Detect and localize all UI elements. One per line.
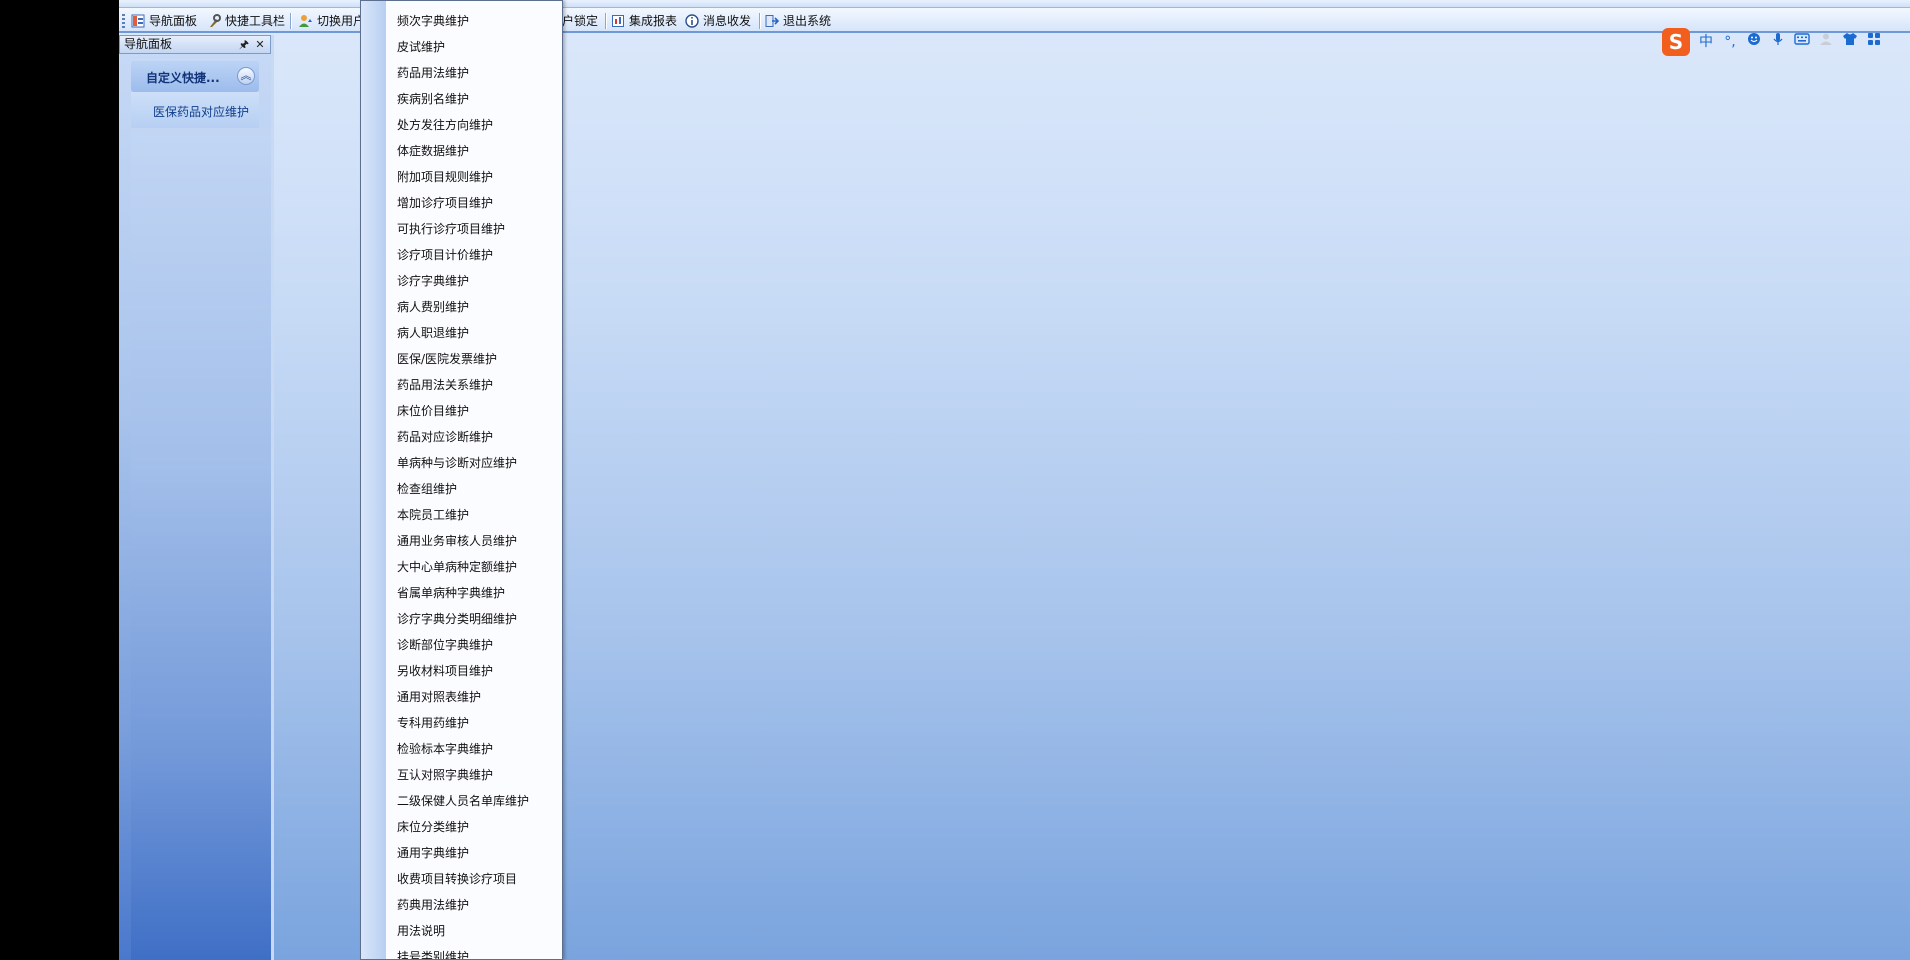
dropdown-menu-item[interactable]: 本院员工维护 (397, 502, 469, 528)
message-button[interactable]: 消息收发 (685, 11, 751, 30)
report-button[interactable]: 集成报表 (611, 11, 677, 30)
close-icon[interactable]: ✕ (253, 37, 267, 52)
navigation-panel: 导航面板 🖈 ✕ 自定义快捷... ︽ 医保药品对应维护 (119, 35, 271, 960)
dropdown-menu-item[interactable]: 单病种与诊断对应维护 (397, 450, 517, 476)
switch-user-label: 切换用户 (317, 14, 366, 28)
skin-icon[interactable] (1838, 31, 1862, 53)
dropdown-menu-item[interactable]: 病人费别维护 (397, 294, 469, 320)
dropdown-menu-item[interactable]: 床位价目维护 (397, 398, 469, 424)
dropdown-menu-item[interactable]: 疾病别名维护 (397, 86, 469, 112)
dropdown-menu: 频次字典维护 皮试维护 药品用法维护 疾病别名维护 处方发往方向维护 体症数据维护 附加项目… (360, 0, 563, 960)
dropdown-menu-item[interactable]: 药品对应诊断维护 (397, 424, 493, 450)
quick-toolbar-icon (207, 13, 221, 28)
pin-icon[interactable]: 🖈 (237, 37, 251, 52)
report-label: 集成报表 (629, 14, 678, 28)
dropdown-menu-item[interactable]: 药品用法维护 (397, 60, 469, 86)
dropdown-menu-item[interactable]: 皮试维护 (397, 34, 445, 60)
dropdown-menu-item[interactable]: 检验标本字典维护 (397, 736, 493, 762)
dropdown-menu-item[interactable]: 药品用法关系维护 (397, 372, 493, 398)
exit-button[interactable]: 退出系统 (765, 11, 831, 30)
dropdown-menu-item[interactable]: 省属单病种字典维护 (397, 580, 505, 606)
insurance-drug-mapping-link[interactable]: 医保药品对应维护 (153, 103, 249, 120)
exit-icon (765, 14, 780, 28)
navigation-panel-label: 导航面板 (149, 14, 198, 28)
dropdown-menu-item[interactable]: 药典用法维护 (397, 892, 469, 918)
lock-label: 户锁定 (562, 14, 599, 28)
ime-toolbar: S 中 °, (1662, 27, 1892, 57)
exit-label: 退出系统 (783, 14, 832, 28)
dropdown-menu-item[interactable]: 诊疗字典维护 (397, 268, 469, 294)
navigation-panel-title: 导航面板 (124, 37, 173, 51)
dropdown-menu-item[interactable]: 处方发往方向维护 (397, 112, 493, 138)
lock-button[interactable]: 户锁定 (562, 11, 598, 30)
dropdown-menu-item[interactable]: 互认对照字典维护 (397, 762, 493, 788)
dropdown-menu-item[interactable]: 诊疗项目计价维护 (397, 242, 493, 268)
dropdown-menu-item[interactable]: 病人职退维护 (397, 320, 469, 346)
dropdown-menu-item[interactable]: 二级保健人员名单库维护 (397, 788, 529, 814)
dropdown-menu-item[interactable]: 通用业务审核人员维护 (397, 528, 517, 554)
dropdown-menu-item[interactable]: 通用对照表维护 (397, 684, 481, 710)
switch-user-icon (299, 14, 313, 28)
punctuation-toggle[interactable]: °, (1718, 31, 1742, 53)
user-icon[interactable] (1814, 31, 1838, 53)
navigation-panel-body (131, 128, 271, 960)
input-mode-toggle[interactable]: 中 (1694, 31, 1718, 53)
dropdown-menu-item[interactable]: 增加诊疗项目维护 (397, 190, 493, 216)
dropdown-menu-item[interactable]: 专科用药维护 (397, 710, 469, 736)
dropdown-menu-item[interactable]: 频次字典维护 (397, 8, 469, 34)
dropdown-menu-item[interactable]: 可执行诊疗项目维护 (397, 216, 505, 242)
grid-icon[interactable] (1862, 31, 1886, 53)
dropdown-menu-item[interactable]: 大中心单病种定额维护 (397, 554, 517, 580)
dropdown-menu-item[interactable]: 收费项目转换诊疗项目 (397, 866, 517, 892)
microphone-icon[interactable] (1766, 31, 1790, 53)
panel-splitter[interactable] (271, 35, 274, 960)
sogou-logo-icon[interactable]: S (1662, 28, 1690, 56)
group-title: 自定义快捷... (146, 71, 220, 85)
report-icon (611, 14, 625, 28)
group-content: 医保药品对应维护 (131, 92, 259, 128)
dropdown-menu-item[interactable]: 体症数据维护 (397, 138, 469, 164)
custom-shortcut-group[interactable]: 自定义快捷... ︽ (131, 61, 259, 92)
toolbar-separator (759, 13, 760, 29)
menu-icon-column (361, 1, 386, 959)
dropdown-menu-item[interactable]: 用法说明 (397, 918, 445, 944)
switch-user-button[interactable]: 切换用户 (299, 11, 365, 30)
dropdown-menu-item[interactable]: 诊断部位字典维护 (397, 632, 493, 658)
message-label: 消息收发 (703, 14, 752, 28)
dropdown-menu-item[interactable]: 通用字典维护 (397, 840, 469, 866)
navigation-panel-button[interactable]: 导航面板 (131, 11, 197, 30)
emoji-icon[interactable] (1742, 31, 1766, 53)
quick-toolbar-button[interactable]: 快捷工具栏 (207, 11, 285, 30)
chevron-up-icon[interactable]: ︽ (237, 67, 255, 85)
dropdown-menu-item[interactable]: 诊疗字典分类明细维护 (397, 606, 517, 632)
keyboard-icon[interactable] (1790, 31, 1814, 53)
dropdown-menu-item[interactable]: 附加项目规则维护 (397, 164, 493, 190)
toolbar-separator (605, 13, 606, 29)
quick-toolbar-label: 快捷工具栏 (225, 14, 286, 28)
toolbar-separator (290, 13, 291, 29)
dropdown-menu-item[interactable]: 床位分类维护 (397, 814, 469, 840)
navigation-panel-header: 导航面板 🖈 ✕ (119, 35, 271, 54)
message-icon (685, 13, 699, 28)
toolbar-grip[interactable] (122, 14, 125, 28)
dropdown-menu-item[interactable]: 医保/医院发票维护 (397, 346, 497, 372)
dropdown-menu-item[interactable]: 挂号类别维护 (397, 944, 469, 959)
dropdown-menu-item[interactable]: 检查组维护 (397, 476, 457, 502)
navigation-panel-icon (131, 14, 145, 28)
dropdown-menu-item[interactable]: 另收材料项目维护 (397, 658, 493, 684)
